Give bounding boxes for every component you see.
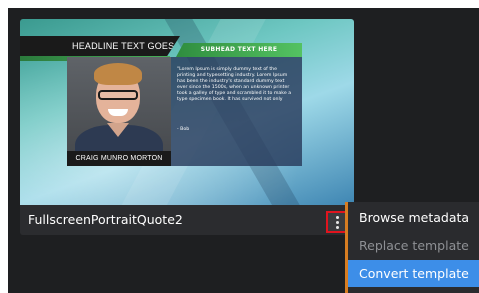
quote-box: "Lorem Ipsum is simply dummy text of the… xyxy=(171,57,302,166)
template-thumbnail[interactable]: HEADLINE TEXT GOES HERE SUBHEAD TEXT HER… xyxy=(20,19,354,205)
menu-item-replace-template[interactable]: Replace template xyxy=(348,232,479,259)
template-card[interactable]: HEADLINE TEXT GOES HERE SUBHEAD TEXT HER… xyxy=(20,19,354,235)
person-hair xyxy=(94,63,142,85)
template-name: FullscreenPortraitQuote2 xyxy=(28,212,183,227)
context-menu: Browse metadata Replace template Convert… xyxy=(345,202,479,293)
card-footer: FullscreenPortraitQuote2 xyxy=(20,205,354,235)
kebab-dot xyxy=(335,215,339,219)
kebab-dot xyxy=(335,220,339,224)
name-caption: CRAIG MUNRO MORTON xyxy=(67,151,171,166)
person-glasses xyxy=(98,90,138,100)
headline-bar: HEADLINE TEXT GOES HERE xyxy=(20,36,180,56)
template-gallery-panel: HEADLINE TEXT GOES HERE SUBHEAD TEXT HER… xyxy=(8,8,479,293)
kebab-dot xyxy=(335,225,339,229)
portrait-photo xyxy=(67,57,171,166)
subhead-bar: SUBHEAD TEXT HERE xyxy=(176,43,302,57)
menu-item-browse-metadata[interactable]: Browse metadata xyxy=(348,204,479,231)
quote-attribution: - Bob xyxy=(177,127,190,132)
menu-item-convert-template[interactable]: Convert template xyxy=(348,260,479,287)
quote-text: "Lorem Ipsum is simply dummy text of the… xyxy=(177,67,292,103)
